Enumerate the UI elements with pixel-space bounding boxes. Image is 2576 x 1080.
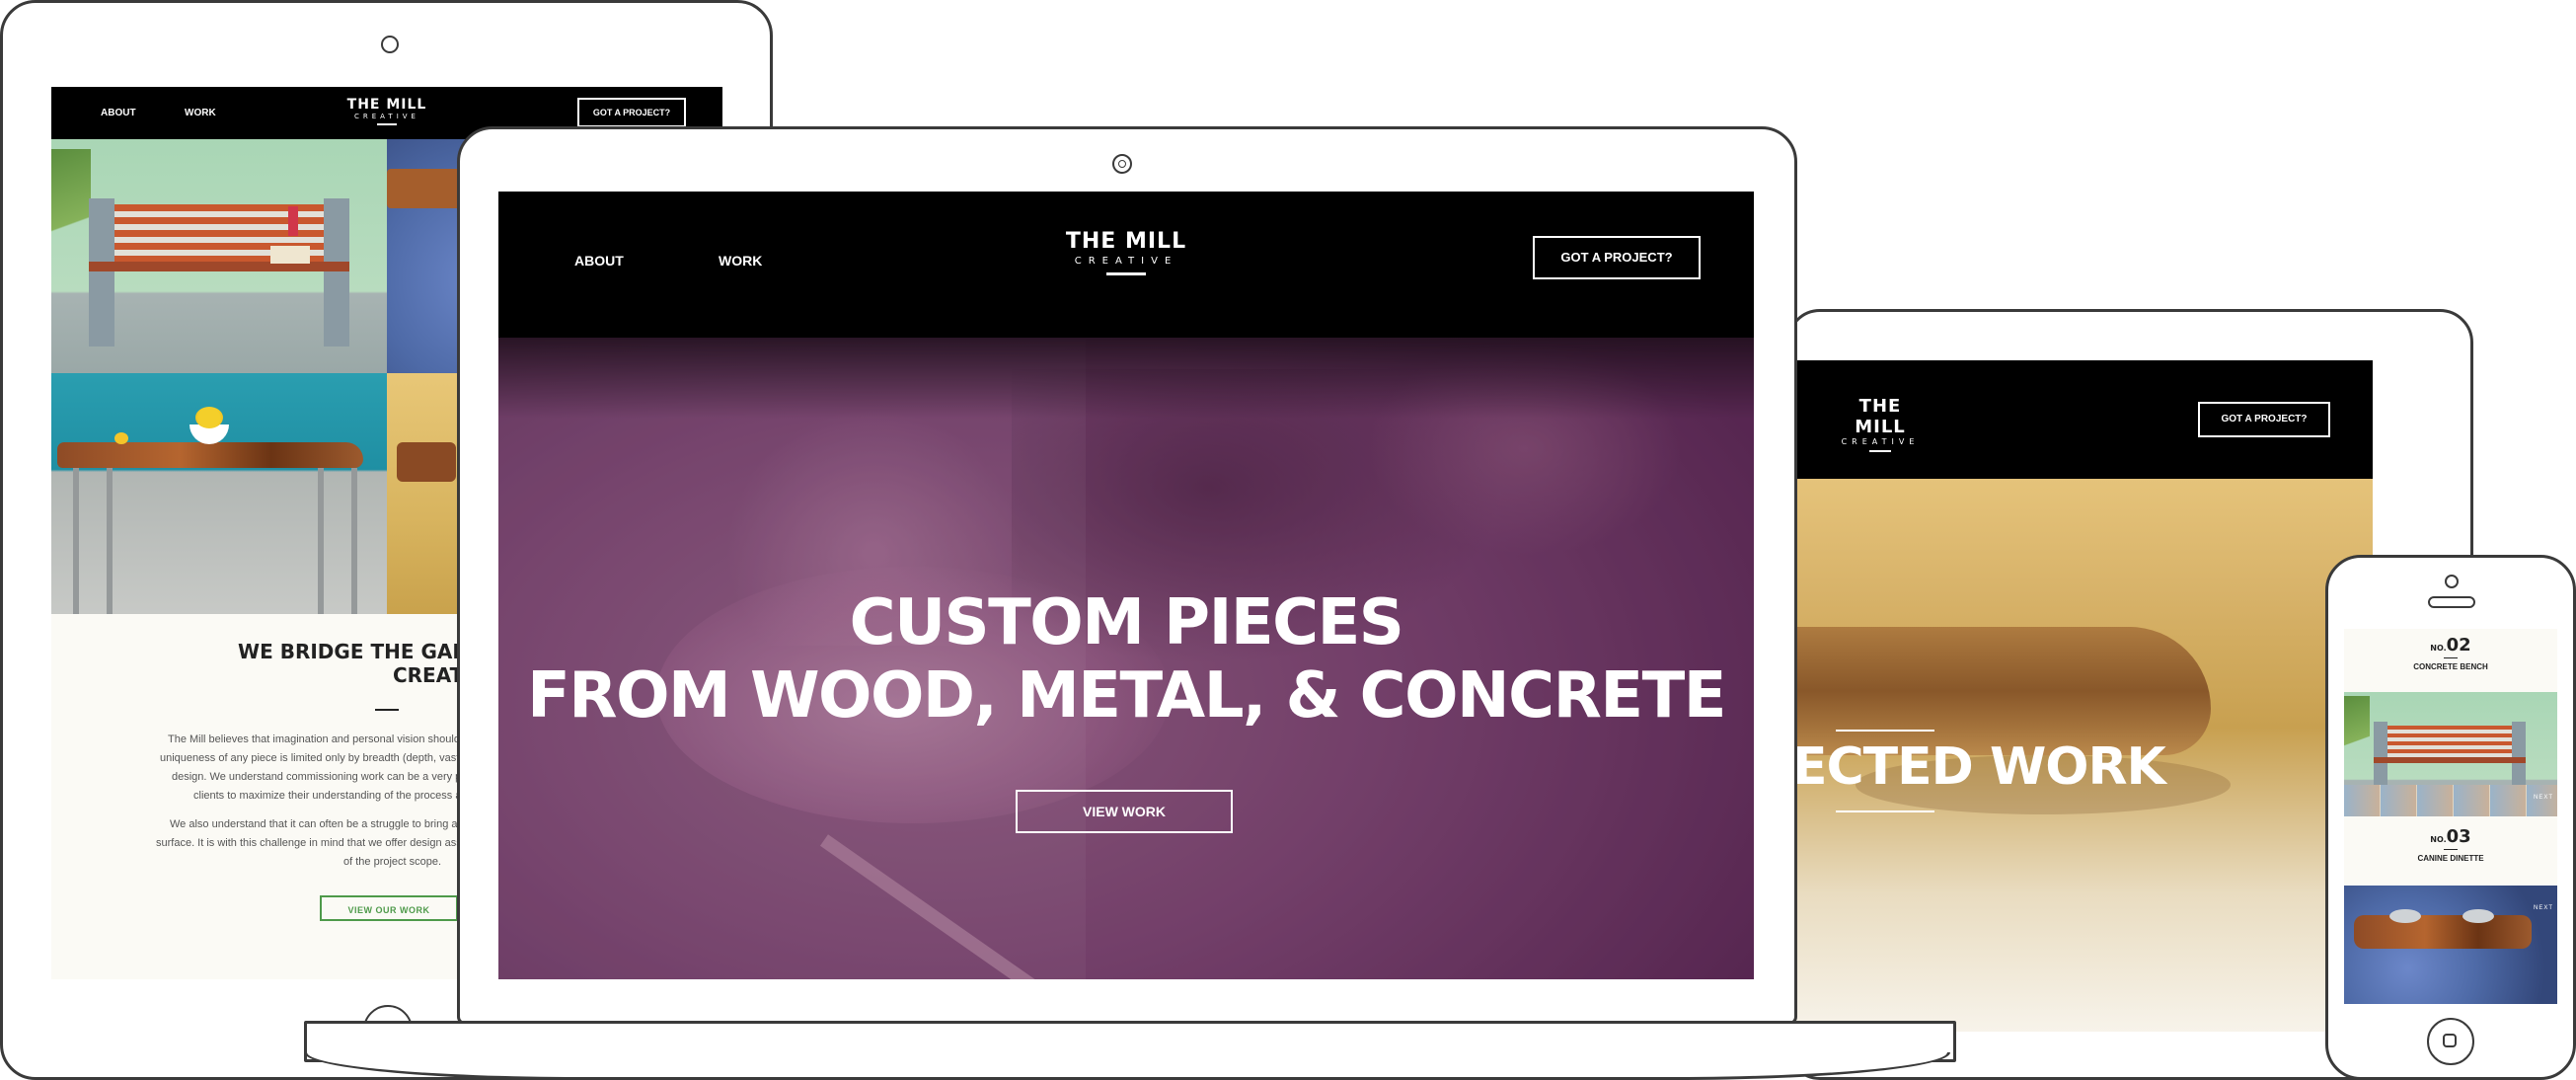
- hero-headline-line-1: CUSTOM PIECES: [849, 586, 1404, 659]
- laptop-cta-button[interactable]: GOT A PROJECT?: [1533, 236, 1701, 279]
- laptop-screen: ABOUT WORK THE MILL CREATIVE GOT A PROJE…: [498, 192, 1754, 979]
- laptop-base-foot: [304, 1052, 1950, 1080]
- table-left-leg: [73, 468, 79, 614]
- phone-screen: NO.02 CONCRETE BENCH NEXT NO.03 CANINE D…: [2344, 629, 2557, 1004]
- phone-item-03-header: NO.03 CANINE DINETTE: [2344, 820, 2557, 884]
- tablet-camera: [381, 36, 399, 53]
- bench-left-leg: [89, 198, 114, 347]
- bench-books: [270, 246, 310, 264]
- phone-next-label[interactable]: NEXT: [2534, 795, 2553, 801]
- item-name: CONCRETE BENCH: [2413, 662, 2488, 671]
- tablet2-logo[interactable]: THE MILL CREATIVE: [1836, 396, 1925, 452]
- laptop-nav: ABOUT WORK THE MILL CREATIVE GOT A PROJE…: [498, 192, 1754, 338]
- laptop-nav-about[interactable]: ABOUT: [574, 253, 624, 269]
- table-top: [57, 442, 363, 468]
- wood-slab: [1796, 627, 2211, 755]
- logo-title: THE MILL: [1065, 229, 1187, 254]
- title-rule-bottom: [1836, 810, 1934, 812]
- laptop-logo[interactable]: THE MILL CREATIVE: [1062, 229, 1190, 275]
- item-name: CANINE DINETTE: [2417, 854, 2484, 863]
- bench-seat: [89, 262, 349, 271]
- logo-subtitle: CREATIVE: [1074, 256, 1178, 267]
- phone-photo-concrete-bench[interactable]: NEXT: [2344, 692, 2557, 816]
- photo-live-edge-table[interactable]: [51, 373, 387, 614]
- item-no-prefix: NO.: [2430, 835, 2447, 844]
- laptop-nav-work[interactable]: WORK: [719, 253, 762, 269]
- laptop-camera: [1112, 154, 1132, 174]
- table-left-leg-2: [107, 468, 113, 614]
- logo-title: THE MILL: [346, 97, 427, 113]
- table-lemons: [195, 407, 223, 428]
- tablet2-nav: THE MILL CREATIVE GOT A PROJECT?: [1796, 360, 2373, 479]
- view-our-work-button[interactable]: VIEW OUR WORK: [320, 895, 458, 921]
- view-work-button[interactable]: VIEW WORK: [1016, 790, 1233, 833]
- heading-divider: [375, 709, 399, 711]
- table-lemon-left: [114, 432, 128, 444]
- logo-underline: [1869, 450, 1891, 452]
- bench-plant: [51, 149, 91, 297]
- tablet2-screen: THE MILL CREATIVE GOT A PROJECT? ECTED W…: [1796, 360, 2373, 1032]
- tablet2-cta-button[interactable]: GOT A PROJECT?: [2198, 402, 2330, 437]
- item-no-prefix: NO.: [2430, 644, 2447, 653]
- phone-next-label-2[interactable]: NEXT: [2534, 905, 2553, 911]
- tablet2-section-title: ECTED WORK: [1796, 737, 2166, 797]
- logo-title: THE MILL: [1855, 396, 1906, 437]
- phone-photo-canine-dinette[interactable]: NEXT: [2344, 886, 2557, 1004]
- title-rule-top: [1836, 730, 1934, 732]
- yellow-wood-block: [397, 442, 456, 482]
- tablet-logo[interactable]: THE MILL CREATIVE: [342, 97, 431, 125]
- phone-speaker: [2428, 596, 2475, 608]
- logo-underline: [377, 123, 397, 125]
- table-right-leg: [318, 468, 324, 614]
- logo-subtitle: CREATIVE: [354, 113, 419, 120]
- phone-home-button[interactable]: [2427, 1018, 2474, 1065]
- logo-underline: [1106, 272, 1146, 275]
- phone-item-02-header: NO.02 CONCRETE BENCH: [2344, 629, 2557, 692]
- item-number: 03: [2446, 826, 2471, 847]
- phone-thumbnail-strip[interactable]: [2344, 785, 2557, 816]
- tablet-cta-button[interactable]: GOT A PROJECT?: [577, 98, 686, 127]
- item-number: 02: [2446, 635, 2471, 656]
- bench-candle: [288, 206, 298, 236]
- hero-headline-line-2: FROM WOOD, METAL, & CONCRETE: [527, 659, 1726, 733]
- phone-front-camera: [2445, 575, 2459, 588]
- logo-subtitle: CREATIVE: [1841, 437, 1920, 446]
- hero-headline: CUSTOM PIECES FROM WOOD, METAL, & CONCRE…: [498, 586, 1754, 733]
- bench-right-leg: [324, 198, 349, 347]
- photo-concrete-bench[interactable]: [51, 139, 387, 373]
- table-right-leg-2: [351, 468, 357, 614]
- tablet2-hero-image: ECTED WORK: [1796, 479, 2373, 1032]
- tablet-nav-work[interactable]: WORK: [185, 108, 216, 118]
- tablet-nav-about[interactable]: ABOUT: [101, 108, 136, 118]
